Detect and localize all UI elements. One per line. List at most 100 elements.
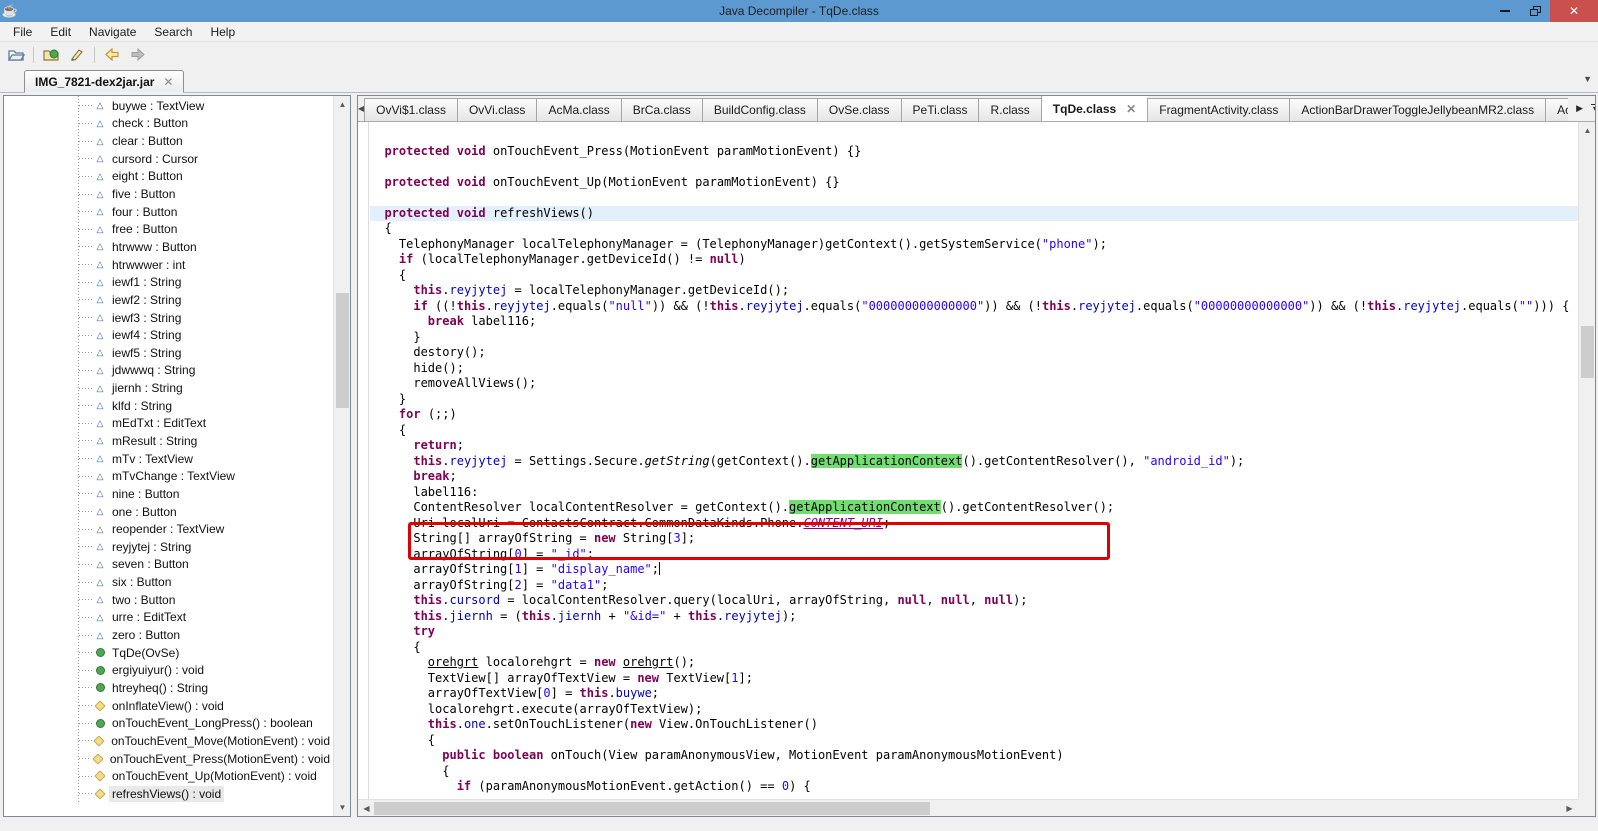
menu-navigate[interactable]: Navigate bbox=[80, 23, 145, 41]
code-line: { bbox=[370, 640, 1578, 656]
class-tab-actionbardrawertogglejellybeanmr2-class[interactable]: ActionBarDrawerToggleJellybeanMR2.class bbox=[1289, 98, 1545, 121]
tree-item[interactable]: △mEdTxt : EditText bbox=[4, 415, 333, 433]
tree-item[interactable]: △nine : Button bbox=[4, 485, 333, 503]
search-button[interactable] bbox=[66, 45, 88, 65]
field-icon: △ bbox=[93, 366, 107, 375]
tree-item[interactable]: △jdwwwq : String bbox=[4, 362, 333, 380]
minimize-button[interactable] bbox=[1490, 0, 1520, 22]
tree-scrollbar-thumb[interactable] bbox=[336, 293, 349, 408]
tree-item-label: four : Button bbox=[109, 204, 180, 220]
tree-item[interactable]: △six : Button bbox=[4, 573, 333, 591]
tree-item[interactable]: △mResult : String bbox=[4, 432, 333, 450]
code-line bbox=[370, 190, 1578, 206]
menu-edit[interactable]: Edit bbox=[41, 23, 80, 41]
tree-item[interactable]: △iewf1 : String bbox=[4, 273, 333, 291]
field-icon: △ bbox=[93, 525, 107, 534]
jar-tab[interactable]: IMG_7821-dex2jar.jar ✕ bbox=[24, 70, 184, 93]
class-tab-peti-class[interactable]: PeTi.class bbox=[901, 98, 979, 121]
tree-item[interactable]: △iewf5 : String bbox=[4, 344, 333, 362]
class-tab-r-class[interactable]: R.class bbox=[978, 98, 1040, 121]
code-horizontal-scrollbar[interactable]: ◀ ▶ bbox=[358, 799, 1578, 816]
class-tab-brca-class[interactable]: BrCa.class bbox=[621, 98, 702, 121]
tree-item[interactable]: △two : Button bbox=[4, 591, 333, 609]
tree-item[interactable]: onInflateView() : void bbox=[4, 697, 333, 715]
code-line: if (paramAnonymousMotionEvent.getAction(… bbox=[370, 779, 1578, 795]
tree-item[interactable]: TqDe(OvSe) bbox=[4, 644, 333, 662]
code-scroll-left-icon[interactable]: ◀ bbox=[358, 800, 375, 817]
class-tab-fragmentactivity-class[interactable]: FragmentActivity.class bbox=[1147, 98, 1289, 121]
tree-item[interactable]: onTouchEvent_Up(MotionEvent) : void bbox=[4, 767, 333, 785]
forward-button[interactable] bbox=[127, 45, 149, 65]
back-button[interactable] bbox=[101, 45, 123, 65]
tab-list-dropdown-icon[interactable]: ▼ bbox=[1583, 74, 1592, 84]
code-scroll-right-icon[interactable]: ▶ bbox=[1561, 800, 1578, 817]
tree-item[interactable]: △reopender : TextView bbox=[4, 520, 333, 538]
code-vscrollbar-thumb[interactable] bbox=[1581, 326, 1594, 378]
tree-item[interactable]: △reyjytej : String bbox=[4, 538, 333, 556]
class-tab-ovvi-1-class[interactable]: OvVi$1.class bbox=[364, 98, 457, 121]
tree-item[interactable]: △mTvChange : TextView bbox=[4, 467, 333, 485]
tree-item[interactable]: △five : Button bbox=[4, 185, 333, 203]
tree-item[interactable]: △jiernh : String bbox=[4, 379, 333, 397]
menu-search[interactable]: Search bbox=[145, 23, 201, 41]
tree-item[interactable]: △buywe : TextView bbox=[4, 97, 333, 115]
open-file-button[interactable] bbox=[5, 45, 27, 65]
tree-item[interactable]: △cursord : Cursor bbox=[4, 150, 333, 168]
tree-item[interactable]: △klfd : String bbox=[4, 397, 333, 415]
tree-item[interactable]: △check : Button bbox=[4, 115, 333, 133]
open-type-button[interactable] bbox=[40, 45, 62, 65]
tree-item[interactable]: onTouchEvent_LongPress() : boolean bbox=[4, 714, 333, 732]
tree-scroll-down-icon[interactable]: ▼ bbox=[334, 799, 351, 816]
class-tab-label: FragmentActivity.class bbox=[1159, 103, 1278, 117]
tree-item[interactable]: △seven : Button bbox=[4, 556, 333, 574]
tree-item-label: seven : Button bbox=[109, 556, 192, 572]
tree-item[interactable]: △four : Button bbox=[4, 203, 333, 221]
close-button[interactable]: ✕ bbox=[1550, 0, 1598, 22]
code-editor[interactable]: protected void onTouchEvent_Press(Motion… bbox=[358, 122, 1578, 799]
class-tab-ovvi-class[interactable]: OvVi.class bbox=[457, 98, 536, 121]
class-tab-actionbard[interactable]: ActionBarD bbox=[1545, 98, 1568, 121]
toolbar bbox=[0, 42, 1598, 67]
tabs-menu-icon[interactable]: ▼ bbox=[1591, 104, 1596, 113]
jar-tab-close-icon[interactable]: ✕ bbox=[163, 75, 173, 89]
tree-item[interactable]: △free : Button bbox=[4, 220, 333, 238]
tree-scroll-up-icon[interactable]: ▲ bbox=[334, 96, 351, 113]
tree-item[interactable]: △one : Button bbox=[4, 503, 333, 521]
code-line: this.reyjytej = Settings.Secure.getStrin… bbox=[370, 454, 1578, 470]
tree-item[interactable]: △iewf2 : String bbox=[4, 291, 333, 309]
tree-item[interactable]: onTouchEvent_Press(MotionEvent) : void bbox=[4, 750, 333, 768]
field-icon: △ bbox=[93, 242, 107, 251]
code-line: TelephonyManager localTelephonyManager =… bbox=[370, 237, 1578, 253]
tree-item[interactable]: △zero : Button bbox=[4, 626, 333, 644]
tree-item[interactable]: △mTv : TextView bbox=[4, 450, 333, 468]
tree-item[interactable]: △iewf3 : String bbox=[4, 309, 333, 327]
tree-item[interactable]: △iewf4 : String bbox=[4, 326, 333, 344]
restore-button[interactable] bbox=[1520, 0, 1550, 22]
code-scroll-up-icon[interactable]: ▲ bbox=[1579, 122, 1596, 139]
tree-item[interactable]: △eight : Button bbox=[4, 168, 333, 186]
members-tree-panel: △buywe : TextView△check : Button△clear :… bbox=[3, 95, 351, 817]
tree-item[interactable]: refreshViews() : void bbox=[4, 785, 333, 803]
tree-item[interactable]: htreyheq() : String bbox=[4, 679, 333, 697]
class-tab-buildconfig-class[interactable]: BuildConfig.class bbox=[702, 98, 817, 121]
tree-item[interactable]: onTouchEvent_Move(MotionEvent) : void bbox=[4, 732, 333, 750]
code-vertical-scrollbar[interactable]: ▲ bbox=[1578, 122, 1595, 799]
tree-item[interactable]: △htrwwwer : int bbox=[4, 256, 333, 274]
class-tab-ovse-class[interactable]: OvSe.class bbox=[817, 98, 901, 121]
tree-item[interactable]: △clear : Button bbox=[4, 132, 333, 150]
tree-connector-stub bbox=[79, 105, 92, 106]
class-tab-acma-class[interactable]: AcMa.class bbox=[536, 98, 620, 121]
code-hscrollbar-thumb[interactable] bbox=[374, 802, 930, 815]
class-tab-tqde-class[interactable]: TqDe.class✕ bbox=[1041, 95, 1147, 121]
tree-item[interactable]: △htrwww : Button bbox=[4, 238, 333, 256]
menu-file[interactable]: File bbox=[4, 23, 41, 41]
class-link[interactable]: orehgrt bbox=[428, 655, 479, 669]
tree-item-label: reyjytej : String bbox=[109, 539, 194, 555]
tree-scrollbar[interactable]: ▲ ▼ bbox=[333, 96, 350, 816]
tree-item[interactable]: △urre : EditText bbox=[4, 609, 333, 627]
tree-item[interactable]: ergiyuiyur() : void bbox=[4, 662, 333, 680]
tabs-scroll-right-icon[interactable]: ▶ bbox=[1576, 103, 1583, 114]
class-link[interactable]: orehgrt bbox=[623, 655, 674, 669]
class-tab-close-icon[interactable]: ✕ bbox=[1126, 102, 1136, 116]
menu-help[interactable]: Help bbox=[201, 23, 244, 41]
